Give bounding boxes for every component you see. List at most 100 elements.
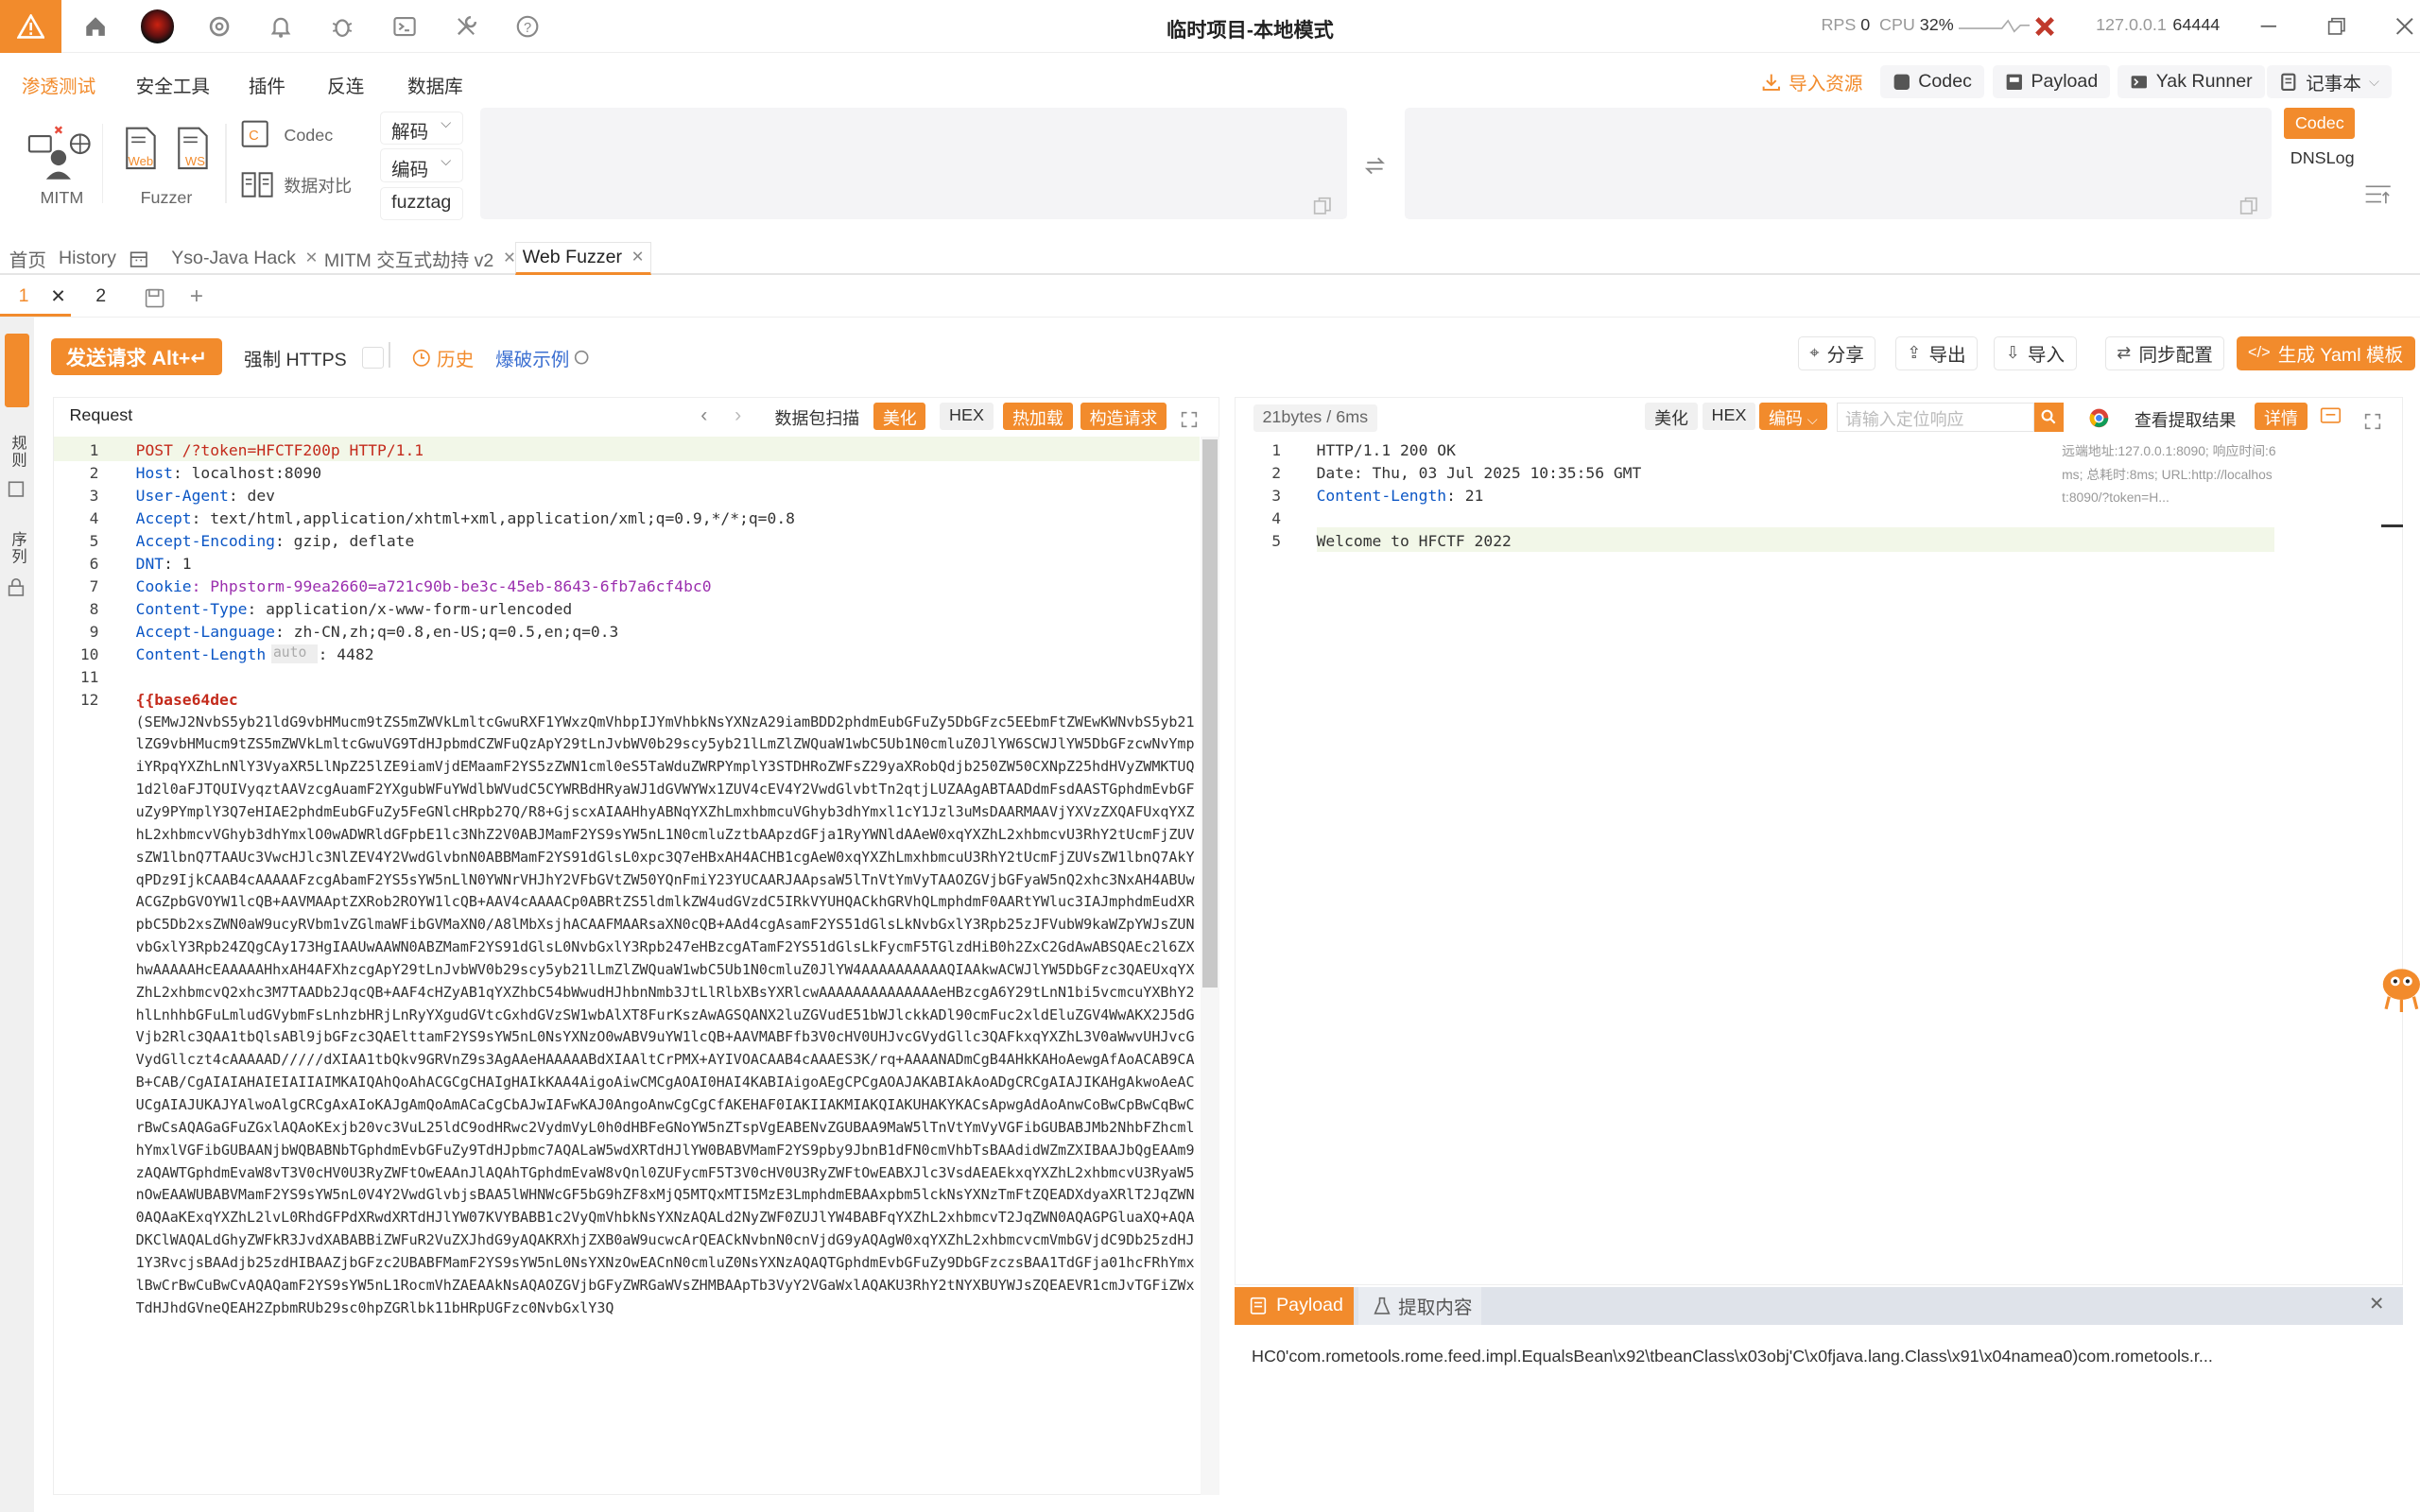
subtab-1[interactable]: 1 ✕ — [0, 279, 72, 317]
menu-database[interactable]: 数据库 — [407, 71, 463, 98]
bell-icon[interactable] — [253, 0, 309, 53]
packet-scan-button[interactable]: 数据包扫描 — [766, 403, 869, 430]
copy-icon[interactable] — [1313, 193, 1332, 222]
close-icon[interactable]: ✕ — [50, 285, 65, 308]
chevron-left-icon[interactable]: ‹ — [700, 404, 707, 427]
fullscreen-icon[interactable] — [1181, 405, 1198, 435]
header-value: : dev — [228, 486, 275, 505]
codec-entry[interactable]: C Codec — [241, 120, 333, 151]
codec-tool-button[interactable]: Codec — [1879, 64, 1984, 99]
calendar-icon[interactable] — [124, 242, 155, 274]
force-https-checkbox[interactable] — [362, 347, 384, 369]
copy-icon[interactable] — [2239, 193, 2258, 222]
history-button[interactable]: 历史 — [412, 344, 474, 371]
warning-icon[interactable] — [0, 0, 62, 53]
tab-web-fuzzer[interactable]: Web Fuzzer ✕ — [515, 242, 651, 275]
response-meta: 远端地址:127.0.0.1:8090; 响应时间:6ms; 总耗时:8ms; … — [2062, 443, 2276, 506]
force-https-option[interactable]: 强制 HTTPS — [244, 344, 384, 371]
collapse-icon[interactable] — [2364, 182, 2392, 212]
notepad-button[interactable]: 记事本 ⌵ — [2267, 64, 2393, 99]
search-icon[interactable] — [2033, 403, 2064, 433]
send-request-button[interactable]: 发送请求 Alt+↵ — [50, 337, 223, 375]
close-icon[interactable]: ✕ — [305, 249, 319, 267]
menu-plugins[interactable]: 插件 — [249, 71, 285, 98]
svg-text:C: C — [249, 129, 259, 145]
tab-yso-java-hack[interactable]: Yso-Java Hack ✕ — [165, 242, 324, 274]
close-icon[interactable]: ✕ — [2369, 1293, 2384, 1315]
codec-output-area[interactable] — [1404, 108, 2273, 219]
minimize-icon[interactable] — [2241, 0, 2297, 53]
scrollbar-thumb[interactable] — [1201, 439, 1219, 988]
payload-tool-button[interactable]: Payload — [1992, 64, 2111, 99]
header-value: : 21 — [1446, 486, 1484, 505]
resp-hex-button[interactable]: HEX — [1702, 403, 1756, 431]
view-extract-button[interactable]: 查看提取结果 — [2135, 407, 2237, 432]
side-tab-sequence[interactable]: 序列 — [7, 531, 29, 565]
generate-yaml-button[interactable]: </> 生成 Yaml 模板 — [2236, 335, 2415, 370]
yak-runner-button[interactable]: Yak Runner — [2117, 64, 2265, 99]
add-tab-icon[interactable]: + — [190, 284, 203, 310]
close-icon[interactable] — [2377, 0, 2420, 53]
tools-icon[interactable] — [439, 0, 494, 53]
tab-home[interactable]: 首页 — [3, 242, 52, 274]
close-icon[interactable]: ✕ — [503, 249, 516, 267]
menu-pentest[interactable]: 渗透测试 — [22, 71, 95, 98]
side-tab-rules[interactable]: 规则 — [7, 435, 29, 469]
import-button[interactable]: ⇩ 导入 — [1994, 335, 2077, 370]
chevron-right-icon[interactable]: › — [735, 404, 741, 427]
mascot-icon[interactable] — [2374, 954, 2420, 1025]
hot-reload-button[interactable]: 热加载 — [1003, 403, 1073, 431]
svg-text:?: ? — [524, 20, 531, 35]
share-button[interactable]: ⌖ 分享 — [1797, 335, 1876, 370]
request-body[interactable]: (SEMwJ2NvbS5yb21ldG9vbHMucm9tZS5mZWVkLml… — [136, 712, 1201, 1499]
dnslog-tab[interactable]: DNSLog — [2290, 148, 2355, 168]
swap-icon[interactable] — [1364, 154, 1386, 183]
response-search-input[interactable]: 请输入定位响应 — [1836, 403, 2034, 433]
menu-reverse[interactable]: 反连 — [327, 71, 364, 98]
beautify-button[interactable]: 美化 — [873, 403, 926, 431]
close-icon[interactable]: ✕ — [631, 248, 645, 266]
mitm-icon[interactable] — [25, 124, 93, 185]
line-number: 5 — [89, 531, 99, 550]
fullscreen-icon[interactable] — [2364, 407, 2381, 437]
help-icon[interactable]: ? — [500, 0, 556, 53]
comment-icon[interactable] — [2320, 404, 2342, 434]
sync-config-button[interactable]: ⇄ 同步配置 — [2104, 335, 2225, 370]
bug-icon[interactable] — [315, 0, 371, 53]
save-icon[interactable] — [145, 285, 164, 315]
codec-icon — [1893, 74, 1910, 90]
line-number: 8 — [89, 599, 99, 618]
ws-fuzzer-icon[interactable]: WS — [176, 127, 210, 177]
export-button[interactable]: ⇪ 导出 — [1894, 335, 1979, 370]
fuzztag-button[interactable]: fuzztag — [379, 186, 463, 221]
resp-beautify-button[interactable]: 美化 — [1645, 403, 1698, 431]
import-resource-button[interactable]: 导入资源 — [1750, 65, 1875, 99]
avatar[interactable] — [124, 0, 192, 53]
encode-select[interactable]: 编码 ⌵ — [379, 147, 463, 182]
compare-entry[interactable]: 数据对比 — [241, 170, 352, 201]
codec-input-area[interactable] — [479, 108, 1348, 219]
restore-icon[interactable] — [2308, 0, 2364, 53]
resp-encode-select[interactable]: 编码 ⌵ — [1759, 403, 1827, 431]
hex-button[interactable]: HEX — [940, 403, 994, 431]
menu-security-tools[interactable]: 安全工具 — [136, 71, 210, 98]
extract-tab[interactable]: 提取内容 — [1357, 1286, 1482, 1326]
payload-tab[interactable]: Payload — [1235, 1286, 1354, 1326]
decode-select[interactable]: 解码 ⌵ — [379, 111, 463, 146]
web-fuzzer-icon[interactable]: Web — [124, 127, 158, 177]
build-request-button[interactable]: 构造请求 — [1080, 403, 1167, 431]
side-tab-active[interactable] — [4, 333, 29, 407]
detail-button[interactable]: 详情 — [2255, 403, 2308, 431]
brute-example-link[interactable]: 爆破示例 — [495, 344, 590, 371]
home-icon[interactable] — [68, 0, 124, 53]
terminal-icon[interactable] — [376, 0, 432, 53]
header-key: Content-Type — [135, 599, 248, 618]
gear-icon[interactable] — [191, 0, 247, 53]
tab-mitm-v2[interactable]: MITM 交互式劫持 v2 ✕ — [318, 242, 522, 274]
code-line: User-Agent: dev — [136, 487, 275, 505]
codec-tab-button[interactable]: Codec — [2284, 108, 2356, 139]
chrome-icon[interactable] — [2088, 405, 2110, 435]
tab-history[interactable]: History — [53, 242, 123, 274]
header-value: : gzip, deflate — [274, 531, 415, 550]
subtab-2[interactable]: 2 — [95, 285, 106, 307]
